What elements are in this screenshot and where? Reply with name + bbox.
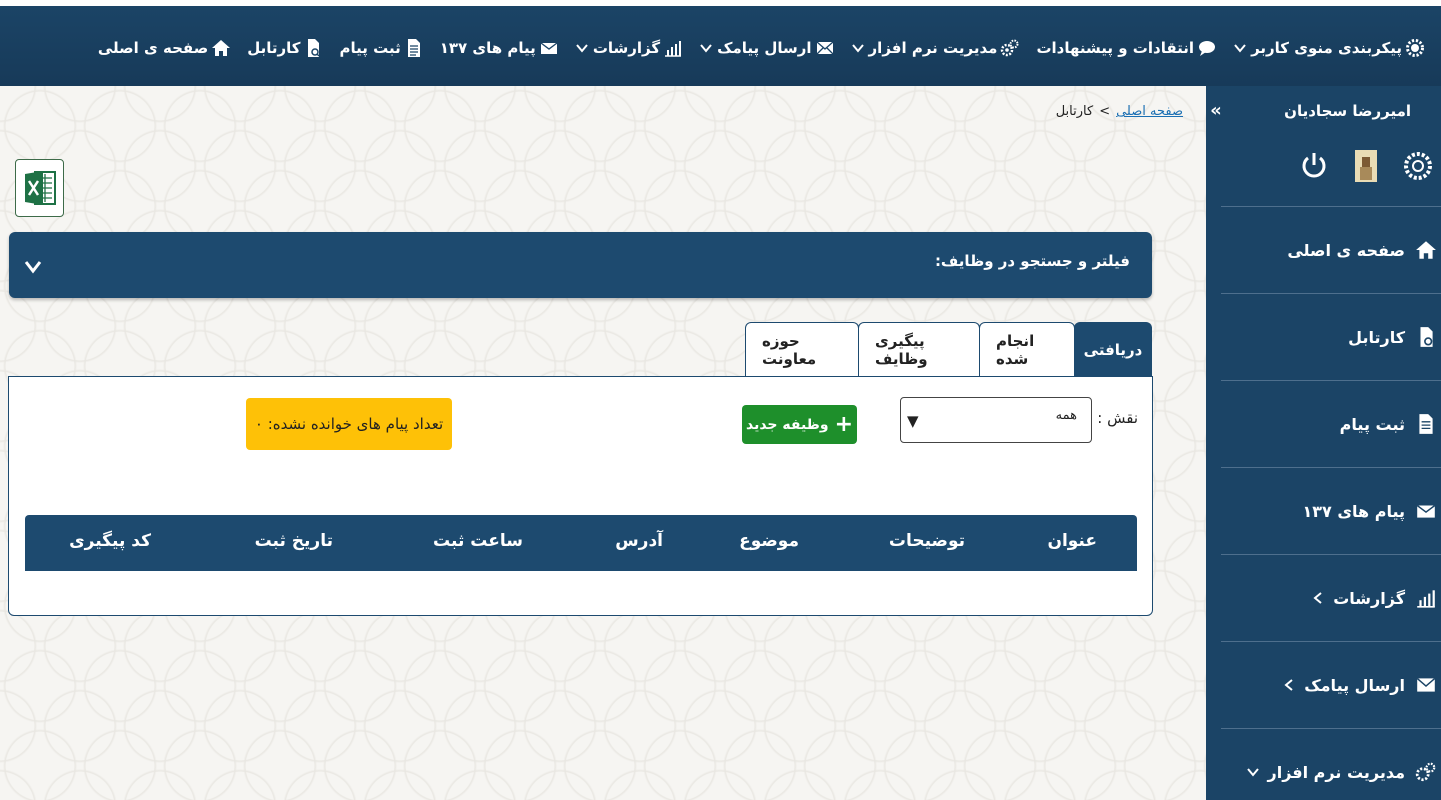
new-task-label: وظیفه جدید: [745, 416, 829, 433]
avatar[interactable]: [1351, 149, 1381, 183]
task-tabs: دریافتی انجام شده پیگیری وظایف حوزه معاو…: [745, 322, 1152, 377]
topnav-item-home[interactable]: صفحه ی اصلی: [90, 38, 239, 58]
role-label: نقش :: [1097, 409, 1138, 427]
sidebar-item-send-sms[interactable]: ارسال پیامک: [1221, 641, 1441, 728]
sidebar-item-label: صفحه ی اصلی: [1287, 240, 1405, 260]
topnav-label: مدیریت نرم افزار: [868, 39, 998, 57]
excel-icon: [24, 171, 56, 205]
sidebar-item-137-messages[interactable]: پیام های ۱۳۷: [1221, 467, 1441, 554]
sidebar-item-label: کارتابل: [1348, 327, 1405, 347]
inbox-doc-icon: [303, 38, 323, 58]
tasks-panel: نقش : همه ▼ + وظیفه جدید تعداد پیام های …: [8, 376, 1153, 616]
plus-icon: +: [834, 411, 853, 437]
top-navbar: صفحه ی اصلی کارتابل ثبت پیام پیام های ۱۳…: [0, 0, 1441, 86]
topnav-label: انتقادات و پیشنهادات: [1036, 39, 1195, 57]
sidebar-item-kartabl[interactable]: کارتابل: [1221, 293, 1441, 380]
mail-137-icon: [539, 38, 559, 58]
user-name: امیررضا سجادیان: [1284, 102, 1411, 120]
chevron-down-icon: [1233, 41, 1247, 55]
sidebar-item-reports[interactable]: گزارشات: [1221, 554, 1441, 641]
topnav-label: پیام های ۱۳۷: [439, 39, 536, 57]
home-icon: [211, 38, 231, 58]
power-icon[interactable]: [1299, 149, 1329, 183]
top-nav-menu: صفحه ی اصلی کارتابل ثبت پیام پیام های ۱۳…: [90, 32, 1433, 64]
tab-deputy-area[interactable]: حوزه معاونت: [745, 322, 859, 377]
topnav-label: ثبت پیام: [339, 39, 401, 57]
doc-icon: [1415, 413, 1437, 435]
column-header-tracking-code[interactable]: کد پیگیری: [69, 531, 151, 551]
chevron-left-icon: [1282, 678, 1296, 692]
topnav-item-send-sms[interactable]: ارسال پیامک: [691, 38, 842, 58]
topnav-label: گزارشات: [592, 39, 661, 57]
envelope-icon: [1415, 674, 1437, 696]
new-task-button[interactable]: + وظیفه جدید: [742, 405, 857, 444]
tab-done[interactable]: انجام شده: [979, 322, 1075, 377]
breadcrumb: صفحه اصلی > کارتابل: [1056, 104, 1183, 119]
chevron-down-icon: [699, 41, 713, 55]
topnav-item-137-messages[interactable]: پیام های ۱۳۷: [432, 38, 567, 58]
gears-icon: [1415, 761, 1437, 783]
filter-panel-header[interactable]: فیلتر و جستجو در وظایف:: [9, 232, 1152, 298]
organization-logo-icon: [1403, 149, 1433, 183]
role-select-value: همه: [1055, 408, 1077, 423]
topnav-item-user-menu-config[interactable]: پیکربندی منوی کاربر: [1225, 38, 1433, 58]
sidebar-item-home[interactable]: صفحه ی اصلی: [1221, 206, 1441, 293]
chevron-down-icon: [851, 41, 865, 55]
mail-137-icon: [1415, 500, 1437, 522]
chart-icon: [1415, 587, 1437, 609]
sidebar-item-new-message[interactable]: ثبت پیام: [1221, 380, 1441, 467]
tab-task-followup[interactable]: پیگیری وظایف: [858, 322, 980, 377]
tasks-table-header: عنوان توضیحات موضوع آدرس ساعت ثبت تاریخ …: [25, 515, 1137, 571]
breadcrumb-current: کارتابل: [1055, 104, 1094, 119]
sidebar-item-label: مدیریت نرم افزار: [1267, 762, 1406, 782]
column-header-register-date[interactable]: تاریخ ثبت: [255, 531, 333, 551]
topnav-item-feedback[interactable]: انتقادات و پیشنهادات: [1028, 38, 1225, 58]
column-header-title[interactable]: عنوان: [1047, 531, 1097, 551]
chevron-down-icon: [575, 41, 589, 55]
doc-icon: [404, 38, 424, 58]
sidebar-menu: صفحه ی اصلی کارتابل ثبت پیام پیام های ۱۳…: [1221, 206, 1441, 800]
gears-icon: [1000, 38, 1020, 58]
topnav-item-software-management[interactable]: مدیریت نرم افزار: [843, 38, 1029, 58]
unread-count-badge: تعداد پیام های خوانده نشده: ۰: [246, 398, 452, 450]
dropdown-arrow-icon: ▼: [907, 412, 919, 430]
envelope-icon: [815, 38, 835, 58]
topnav-item-kartabl[interactable]: کارتابل: [239, 38, 331, 58]
column-header-register-time[interactable]: ساعت ثبت: [433, 531, 523, 551]
sidebar-item-label: ثبت پیام: [1339, 414, 1405, 434]
sidebar-user-actions: [1283, 148, 1433, 184]
column-header-description[interactable]: توضیحات: [889, 531, 965, 551]
tab-received[interactable]: دریافتی: [1074, 322, 1152, 377]
topnav-label: ارسال پیامک: [717, 39, 812, 57]
topnav-label: صفحه ی اصلی: [97, 39, 209, 57]
sidebar: « امیررضا سجادیان صفحه ی اصلی کارتابل ثب…: [1206, 86, 1441, 800]
sidebar-item-label: گزارشات: [1333, 588, 1405, 608]
filter-title: فیلتر و جستجو در وظایف:: [934, 252, 1130, 270]
sidebar-collapse-button[interactable]: «: [1205, 98, 1227, 122]
inbox-doc-icon: [1415, 326, 1437, 348]
topnav-label: کارتابل: [247, 39, 301, 57]
home-icon: [1415, 239, 1437, 261]
topnav-label: پیکربندی منوی کاربر: [1251, 39, 1402, 57]
breadcrumb-home-link[interactable]: صفحه اصلی: [1116, 104, 1183, 119]
chat-icon: [1197, 38, 1217, 58]
sidebar-item-software-management[interactable]: مدیریت نرم افزار: [1221, 728, 1441, 800]
chevron-down-icon[interactable]: [23, 256, 43, 276]
role-select[interactable]: همه ▼: [900, 397, 1092, 443]
topnav-item-new-message[interactable]: ثبت پیام: [331, 38, 431, 58]
chevron-left-icon: [1311, 591, 1325, 605]
excel-export-button[interactable]: [15, 159, 64, 217]
column-header-subject[interactable]: موضوع: [739, 531, 799, 551]
sidebar-item-label: پیام های ۱۳۷: [1302, 501, 1405, 521]
chart-icon: [663, 38, 683, 58]
sidebar-item-label: ارسال پیامک: [1304, 675, 1405, 695]
topnav-item-reports[interactable]: گزارشات: [567, 38, 691, 58]
breadcrumb-separator: >: [1099, 104, 1111, 119]
gear-user-icon: [1405, 38, 1425, 58]
chevron-down-icon: [1246, 765, 1260, 779]
column-header-address[interactable]: آدرس: [615, 531, 663, 551]
